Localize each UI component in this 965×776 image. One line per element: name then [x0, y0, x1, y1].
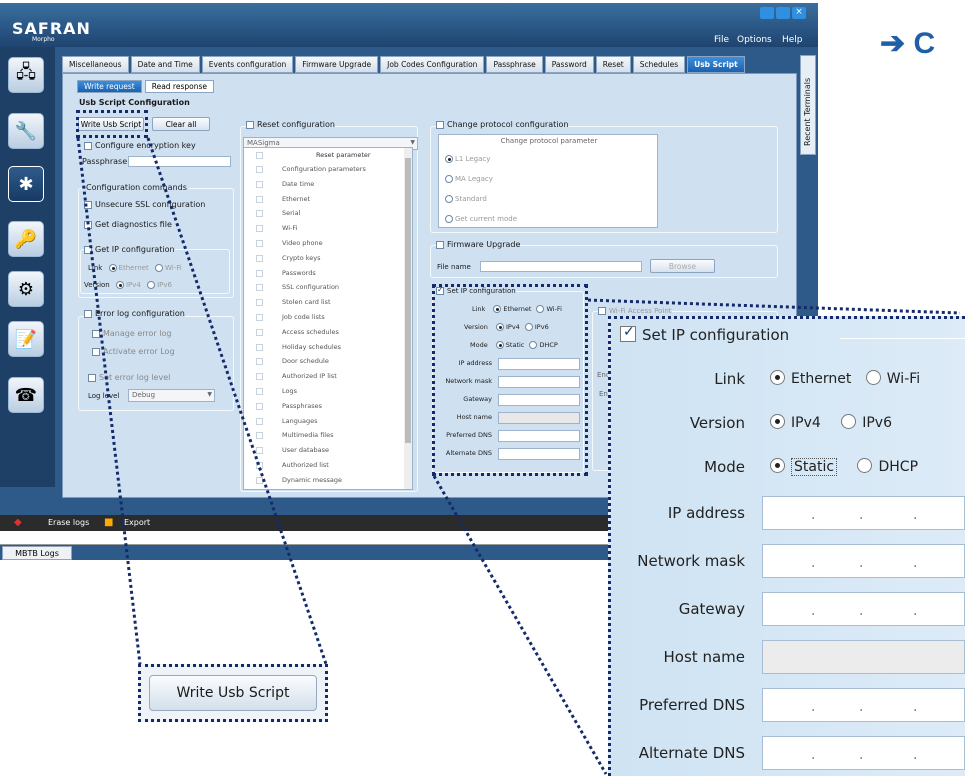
ip-octet-separator: . — [913, 699, 918, 715]
set-ip-field-label-zoom: Network mask — [637, 552, 745, 570]
ip-octet-separator: . — [859, 507, 864, 523]
ipv4-radio-zoom[interactable] — [770, 414, 785, 429]
ip-octet-separator: . — [913, 603, 918, 619]
connector-line — [76, 137, 142, 665]
zoom-title-row: ✓ Set IP configuration — [620, 324, 790, 344]
connector-line — [432, 475, 608, 775]
zoom-title-divider — [840, 338, 965, 339]
dhcp-label-zoom: DHCP — [878, 459, 919, 475]
ip-octet-separator: . — [859, 603, 864, 619]
connector-line — [587, 298, 961, 315]
ip-octet-separator: . — [859, 699, 864, 715]
set-ip-field-input-zoom[interactable]: ... — [762, 736, 965, 770]
set-ip-field-input-zoom[interactable]: ... — [762, 592, 965, 626]
set-ip-field-label-zoom: Host name — [663, 648, 745, 666]
write-usb-script-zoom[interactable]: Write Usb Script — [149, 675, 317, 711]
version-options-zoom: IPv4 IPv6 — [770, 414, 892, 431]
ipv4-label-zoom: IPv4 — [791, 415, 821, 431]
set-ip-field-label-zoom: IP address — [667, 504, 745, 522]
set-ip-field-input-zoom[interactable]: ... — [762, 496, 965, 530]
set-ip-field-label-zoom: Alternate DNS — [638, 744, 745, 762]
wifi-radio-zoom[interactable] — [865, 370, 881, 385]
ip-octet-separator: . — [913, 507, 918, 523]
ip-octet-separator: . — [859, 747, 864, 763]
link-label-zoom: Link — [714, 370, 745, 388]
set-ip-field-input-zoom[interactable]: ... — [762, 688, 965, 722]
ip-octet-separator: . — [913, 555, 918, 571]
mode-label-zoom: Mode — [704, 458, 745, 476]
set-ip-field-label-zoom: Gateway — [678, 600, 745, 618]
ip-octet-separator: . — [811, 507, 816, 523]
set-ip-field-input-zoom[interactable]: ... — [762, 544, 965, 578]
connector-line — [146, 137, 328, 665]
ip-octet-separator: . — [811, 555, 816, 571]
static-radio-zoom[interactable] — [770, 458, 785, 473]
checkmark-icon: ✓ — [623, 324, 635, 340]
ip-octet-separator: . — [811, 603, 816, 619]
set-ip-check-zoom[interactable]: ✓ — [620, 324, 636, 342]
ipv6-label-zoom: IPv6 — [862, 415, 892, 431]
mode-options-zoom: Static DHCP — [770, 458, 919, 476]
static-label-zoom: Static — [791, 458, 838, 476]
ip-octet-separator: . — [811, 747, 816, 763]
version-label-zoom: Version — [689, 414, 745, 432]
ip-octet-separator: . — [913, 747, 918, 763]
ip-octet-separator: . — [859, 555, 864, 571]
write-button-callout: Write Usb Script — [138, 664, 328, 722]
ethernet-radio-zoom[interactable] — [770, 370, 785, 385]
set-ip-field-label-zoom: Preferred DNS — [639, 696, 745, 714]
dhcp-radio-zoom[interactable] — [857, 458, 873, 473]
set-ip-field-input-zoom[interactable] — [762, 640, 965, 674]
set-ip-title-zoom: Set IP configuration — [642, 326, 790, 344]
ipv6-radio-zoom[interactable] — [841, 414, 857, 429]
ethernet-label-zoom: Ethernet — [791, 371, 852, 387]
wifi-label-zoom: Wi-Fi — [886, 371, 921, 387]
ip-octet-separator: . — [811, 699, 816, 715]
link-options-zoom: Ethernet Wi-Fi — [770, 370, 920, 387]
